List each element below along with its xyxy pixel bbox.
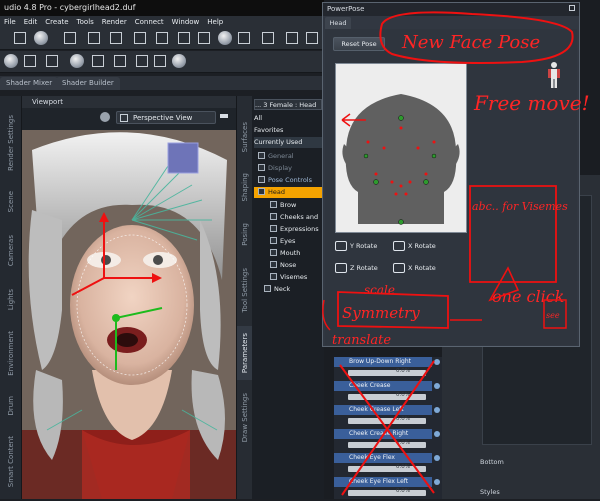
parameter-list: Brow Up-Down Right 0.0% Cheek Crease 0.0…	[334, 357, 442, 499]
active-pose-icon[interactable]	[306, 32, 318, 44]
viewport-tab-bar: Viewport	[22, 96, 236, 108]
tab-lights[interactable]: Lights	[0, 280, 22, 320]
menu-tools[interactable]: Tools	[73, 16, 98, 28]
secondary-toolbar	[0, 51, 322, 73]
tab-tool-settings[interactable]: Tool Settings	[237, 260, 253, 320]
group-cheeks[interactable]: Cheeks and	[254, 212, 322, 223]
main-toolbar	[0, 28, 322, 50]
tab-drum[interactable]: Drum	[0, 386, 22, 426]
view-cube	[167, 142, 199, 174]
spot-render-icon[interactable]	[218, 31, 232, 45]
menu-file[interactable]: File	[0, 16, 20, 28]
joint-editor-icon[interactable]	[178, 32, 190, 44]
filter-all[interactable]: All	[254, 113, 322, 124]
annotation-see: see	[546, 311, 560, 320]
menu-connect[interactable]: Connect	[131, 16, 168, 28]
region-navigator-icon[interactable]	[262, 32, 274, 44]
tab-cameras[interactable]: Cameras	[0, 228, 22, 274]
annotation-translate: translate	[332, 333, 391, 348]
menu-create[interactable]: Create	[41, 16, 72, 28]
group-expressions[interactable]: Expressions	[254, 224, 322, 235]
lock-icon[interactable]	[4, 54, 18, 68]
group-brow[interactable]: Brow	[254, 200, 322, 211]
tab-render-settings[interactable]: Render Settings	[0, 114, 22, 172]
tab-shaping[interactable]: Shaping	[237, 164, 253, 210]
tab-draw-settings[interactable]: Draw Settings	[237, 386, 253, 450]
bottom-label: Bottom	[480, 458, 504, 466]
group-pose-controls[interactable]: Pose Controls	[254, 175, 322, 186]
grid-icon	[120, 114, 128, 122]
group-display[interactable]: Display	[254, 163, 322, 174]
power-pose-icon[interactable]	[286, 32, 298, 44]
chevron-down-icon[interactable]	[220, 114, 228, 120]
filter-favorites[interactable]: Favorites	[254, 125, 322, 136]
tab-parameters[interactable]: Parameters	[237, 326, 253, 380]
annotation-visemes: abc.. for Visemes	[472, 200, 568, 213]
tab-scene[interactable]: Scene	[0, 182, 22, 222]
parameters-panel: ... 3 Female : Head All Favorites Curren…	[252, 96, 324, 499]
view-label: Perspective View	[133, 114, 193, 122]
menu-bar: File Edit Create Tools Render Connect Window He…	[0, 16, 322, 28]
hand-icon[interactable]	[154, 55, 166, 67]
annotation-symmetry: Symmetry	[342, 304, 420, 322]
perspective-view-dropdown[interactable]: Perspective View	[116, 111, 216, 124]
annotation-free-move: Free move!	[473, 91, 590, 115]
tab-posing[interactable]: Posing	[237, 214, 253, 254]
tab-shader-mixer[interactable]: Shader Mixer	[0, 77, 59, 90]
figure-icon[interactable]	[136, 55, 148, 67]
group-neck[interactable]: Neck	[254, 284, 322, 295]
content-library-icon[interactable]	[24, 55, 36, 67]
cross-out-mark	[339, 360, 435, 496]
tab-shader-builder[interactable]: Shader Builder	[56, 77, 120, 90]
viewport-toolbar: Perspective View	[22, 108, 236, 130]
shader-tabs: Shader Mixer Shader Builder	[0, 76, 322, 90]
menu-window[interactable]: Window	[168, 16, 204, 28]
menu-render[interactable]: Render	[98, 16, 131, 28]
group-nose[interactable]: Nose	[254, 260, 322, 271]
morph-icon[interactable]	[46, 55, 58, 67]
group-head[interactable]: Head	[254, 187, 322, 198]
annotation-scale: scale	[364, 283, 395, 297]
menu-help[interactable]: Help	[203, 16, 227, 28]
tab-smart-content[interactable]: Smart Content	[0, 432, 22, 492]
sphere-icon[interactable]	[172, 54, 186, 68]
viewport-render	[22, 130, 236, 499]
styles-label[interactable]: Styles	[480, 488, 500, 496]
annotation-new-face-pose: New Face Pose	[401, 32, 540, 53]
surface-selection-icon[interactable]	[198, 32, 210, 44]
camera-icon[interactable]	[100, 112, 110, 122]
red-annotations: New Face Pose Free move! abc.. for Visem…	[322, 11, 590, 348]
node-selector[interactable]: ... 3 Female : Head	[254, 99, 322, 110]
person-icon[interactable]	[114, 55, 126, 67]
scale-tool-icon[interactable]	[156, 32, 168, 44]
new-scene-icon[interactable]	[14, 32, 26, 44]
viewport-3d[interactable]	[22, 130, 236, 499]
group-eyes[interactable]: Eyes	[254, 236, 322, 247]
tab-environment[interactable]: Environment	[0, 324, 22, 382]
translate-tool-icon[interactable]	[134, 32, 146, 44]
annotation-one-click: one click	[492, 287, 564, 306]
group-general[interactable]: General	[254, 151, 322, 162]
rotate-tool-icon[interactable]	[110, 32, 122, 44]
node-selection-icon[interactable]	[64, 32, 76, 44]
group-mouth[interactable]: Mouth	[254, 248, 322, 259]
filter-currently-used[interactable]: Currently Used	[254, 137, 322, 148]
tab-viewport[interactable]: Viewport	[32, 96, 63, 108]
help-icon[interactable]	[34, 31, 48, 45]
left-vertical-tabs: Render Settings Scene Cameras Lights Env…	[0, 96, 22, 499]
group-visemes[interactable]: Visemes	[254, 272, 322, 283]
universal-tool-icon[interactable]	[88, 32, 100, 44]
render-icon[interactable]	[70, 54, 84, 68]
geometry-editor-icon[interactable]	[238, 32, 250, 44]
menu-edit[interactable]: Edit	[20, 16, 42, 28]
right-vertical-tabs: Surfaces Shaping Posing Tool Settings Pa…	[236, 96, 253, 499]
tab-surfaces[interactable]: Surfaces	[237, 114, 253, 160]
hair-icon[interactable]	[92, 55, 104, 67]
